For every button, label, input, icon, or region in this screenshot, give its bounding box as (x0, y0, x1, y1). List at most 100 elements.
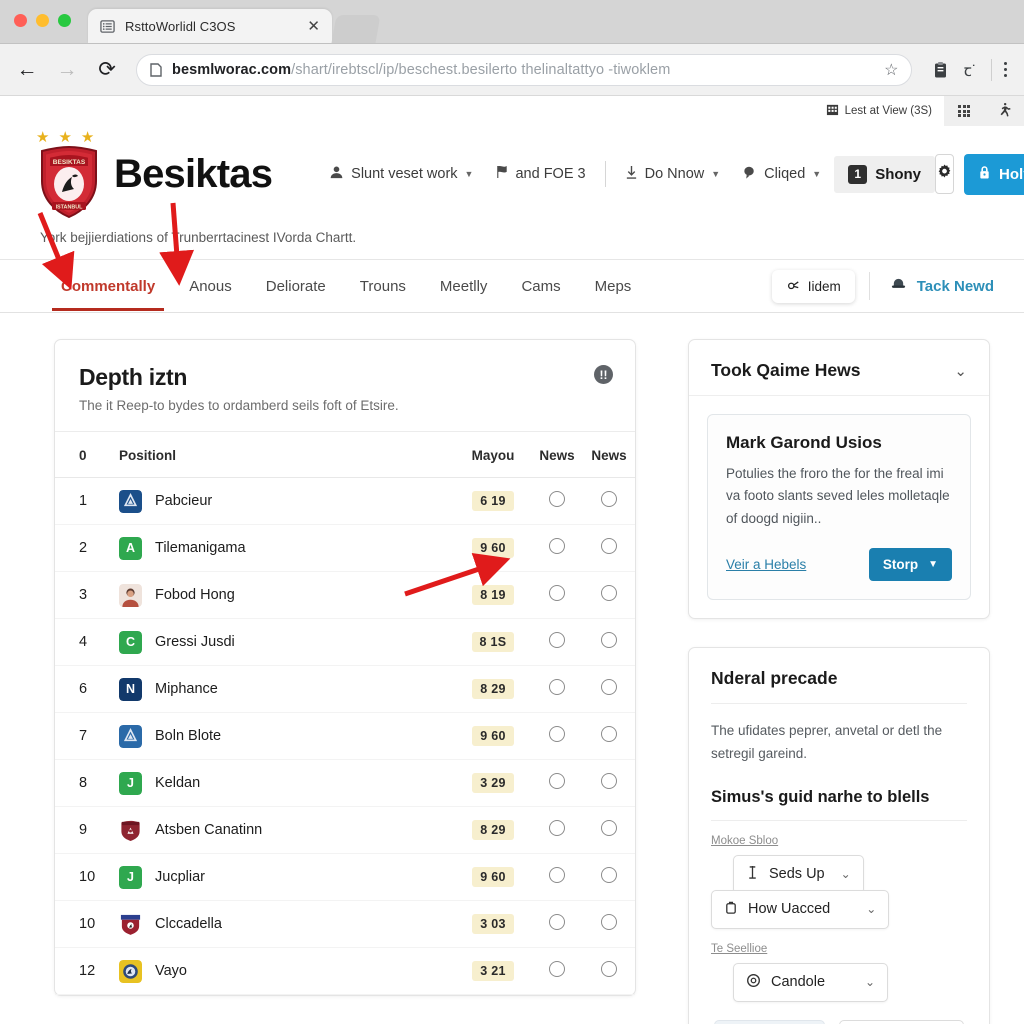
radio-news-1[interactable] (549, 914, 565, 930)
settings-button[interactable] (935, 154, 955, 194)
measure-icon (746, 865, 759, 884)
table-row[interactable]: 4 C Gressi Jusdi 8 1S (55, 618, 635, 666)
tab-meps[interactable]: Meps (578, 262, 649, 311)
row-rank: 6 (55, 665, 119, 713)
lest-at-view[interactable]: Lest at View (3S) (814, 103, 944, 119)
table-row[interactable]: 6 N Miphance 8 29 (55, 665, 635, 713)
url-host: besmlworac.com (172, 61, 292, 78)
tab-favicon-icon (100, 19, 115, 34)
row-position: J Keldan (119, 759, 455, 807)
tab-meetlly[interactable]: Meetlly (423, 262, 505, 311)
depth-table-head: 0 Positionl Mayou News News (55, 432, 635, 478)
radio-news-2[interactable] (601, 773, 617, 789)
radio-news-2[interactable] (601, 585, 617, 601)
table-row[interactable]: 2 A Tilemanigama 9 60 (55, 524, 635, 572)
close-window-button[interactable] (14, 14, 27, 27)
header-nav-item-foe[interactable]: and FOE 3 (486, 157, 594, 191)
tack-newd-button[interactable]: Tack Newd (870, 269, 1000, 304)
browser-tab[interactable]: RsttoWorlidl C3OS ✕ (88, 9, 332, 43)
info-icon[interactable]: !! (594, 365, 613, 384)
tab-cams[interactable]: Cams (504, 262, 577, 311)
holy-button[interactable]: Holy (964, 153, 1024, 195)
window-controls[interactable] (14, 14, 71, 27)
news-item-link[interactable]: Veir a Hebels (726, 557, 806, 572)
row-position: A Tilemanigama (119, 524, 455, 572)
radio-news-1[interactable] (549, 961, 565, 977)
person-icon (329, 165, 344, 184)
storp-button[interactable]: Storp ▼ (868, 547, 952, 581)
news-panel-header: Took Qaime Hews ⌄ (689, 340, 989, 396)
page-info-icon[interactable] (149, 62, 163, 78)
radio-news-1[interactable] (549, 679, 565, 695)
new-tab-button[interactable] (331, 15, 381, 43)
storp-label: Storp (882, 556, 919, 572)
maximize-window-button[interactable] (58, 14, 71, 27)
radio-news-2[interactable] (601, 914, 617, 930)
radio-news-2[interactable] (601, 679, 617, 695)
table-row[interactable]: 9 Atsben Canatinn 8 29 (55, 806, 635, 854)
table-row[interactable]: 10 J Jucpliar 9 60 (55, 853, 635, 901)
radio-news-1[interactable] (549, 491, 565, 507)
runner-button[interactable] (984, 96, 1024, 126)
row-rank: 4 (55, 618, 119, 666)
row-score-cell: 8 29 (455, 665, 531, 713)
radio-news-2[interactable] (601, 491, 617, 507)
bookmark-star-icon[interactable]: ☆ (884, 60, 898, 80)
tab-deliorate[interactable]: Deliorate (249, 262, 343, 311)
candole-select[interactable]: Candole ⌄ (733, 962, 889, 1002)
chevron-down-icon[interactable]: ⌄ (954, 362, 967, 380)
info-panel-label-1[interactable]: Mokoe Sbloo (711, 835, 967, 847)
reload-button[interactable]: ⟳ (90, 53, 124, 87)
news-item: Mark Garond Usios Potulies the froro the… (707, 414, 971, 600)
how-uacced-select[interactable]: How Uacced ⌄ (711, 889, 890, 929)
info-panel-label-2[interactable]: Te Seellioe (711, 943, 967, 955)
radio-news-2[interactable] (601, 867, 617, 883)
shony-chip[interactable]: 1 Shony (834, 155, 936, 193)
radio-news-1[interactable] (549, 726, 565, 742)
table-row[interactable]: 12 Vayo 3 21 (55, 947, 635, 995)
table-row[interactable]: 7 Boln Blote 9 60 (55, 712, 635, 760)
seds-up-select[interactable]: Seds Up ⌄ (733, 854, 864, 894)
header-nav-label: and FOE 3 (515, 166, 586, 182)
radio-news-2[interactable] (601, 820, 617, 836)
table-row[interactable]: 8 J Keldan 3 29 (55, 759, 635, 807)
select-2-wrap: How Uacced ⌄ (711, 889, 967, 929)
radio-news-1[interactable] (549, 632, 565, 648)
header-nav: Slunt veset work ▼ and FOE 3 Do Nnow ▼ C… (320, 155, 936, 193)
conoluted-button[interactable]: Conoluted (838, 1019, 964, 1024)
radio-news-1[interactable] (549, 773, 565, 789)
radio-news-1[interactable] (549, 820, 565, 836)
radio-news-2[interactable] (601, 632, 617, 648)
tab-commentally[interactable]: Commentally (44, 262, 172, 311)
header-nav-item-slunt[interactable]: Slunt veset work ▼ (320, 157, 482, 192)
close-tab-button[interactable]: ✕ (307, 19, 320, 34)
radio-news-2[interactable] (601, 726, 617, 742)
browser-menu-button[interactable] (999, 61, 1013, 78)
betiers-button[interactable]: ❯ Betiers (714, 1019, 825, 1024)
select-3-wrap: Candole ⌄ (711, 962, 967, 1002)
table-row[interactable]: 1 Pabcieur 6 19 (55, 477, 635, 525)
table-row[interactable]: 10 Clccadella 3 03 (55, 900, 635, 948)
tab-trouns[interactable]: Trouns (343, 262, 423, 311)
radio-news-1[interactable] (549, 585, 565, 601)
apps-grid-button[interactable] (944, 96, 984, 126)
radio-news-1[interactable] (549, 538, 565, 554)
radio-news-2[interactable] (601, 538, 617, 554)
tab-anous[interactable]: Anous (172, 262, 249, 311)
puzzle-extension-icon[interactable]: ꞇ˙ (958, 57, 984, 83)
header-nav-item-cliqed[interactable]: Cliqed ▼ (733, 157, 830, 192)
table-row[interactable]: 3 Fobod Hong 8 19 (55, 571, 635, 619)
radio-news-2[interactable] (601, 961, 617, 977)
forward-button[interactable]: → (50, 53, 84, 87)
avatar (119, 489, 142, 513)
chevron-down-icon: ⌄ (840, 867, 851, 882)
clipboard-extension-icon[interactable] (928, 57, 954, 83)
header-nav-item-donnow[interactable]: Do Nnow ▼ (616, 157, 730, 192)
radio-news-1[interactable] (549, 867, 565, 883)
status-badge: 9 60 (472, 538, 514, 558)
depth-chart-card: Depth iztn The it Reep-to bydes to ordam… (54, 339, 636, 996)
back-button[interactable]: ← (10, 53, 44, 87)
iidem-button[interactable]: Iidem (771, 269, 855, 303)
address-bar[interactable]: besmlworac.com/shart/irebtscl/ip/besches… (136, 53, 912, 86)
minimize-window-button[interactable] (36, 14, 49, 27)
